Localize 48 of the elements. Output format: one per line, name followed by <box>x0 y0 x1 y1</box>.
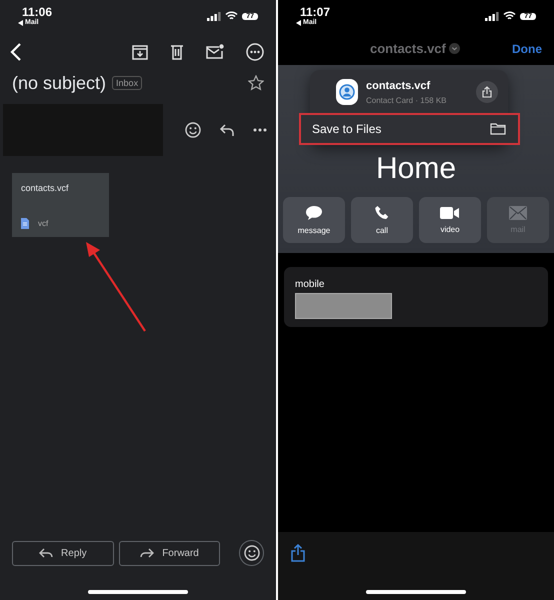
archive-icon[interactable] <box>132 44 148 60</box>
message-action-button[interactable]: message <box>283 197 345 243</box>
phone-label: mobile <box>295 279 326 290</box>
more-icon[interactable] <box>253 128 267 132</box>
share-button[interactable] <box>476 81 498 103</box>
smiley-icon <box>244 545 260 561</box>
folder-icon <box>490 123 506 135</box>
reply-button[interactable]: Reply <box>12 540 114 566</box>
file-details: Contact Card · 158 KB <box>366 96 448 104</box>
signal-icon <box>485 12 500 20</box>
video-action-button[interactable]: video <box>419 197 481 243</box>
speech-bubble-icon <box>305 205 323 221</box>
save-to-files-menu-item[interactable]: Save to Files <box>299 113 520 145</box>
contact-card-icon <box>336 79 358 105</box>
done-button[interactable]: Done <box>512 42 542 56</box>
forward-arrow-icon <box>140 548 154 558</box>
contact-name: Home <box>376 151 456 187</box>
mail-unread-icon[interactable] <box>206 44 224 60</box>
document-icon <box>21 218 29 229</box>
forward-button[interactable]: Forward <box>118 540 220 566</box>
reply-arrow-icon <box>39 548 54 558</box>
file-title[interactable]: contacts.vcf <box>370 41 446 56</box>
share-icon <box>482 86 492 98</box>
emoji-reaction-button[interactable] <box>239 540 264 566</box>
file-type: vcf <box>38 219 48 228</box>
email-subject: (no subject) <box>12 72 106 94</box>
chevron-down-icon[interactable] <box>448 43 460 54</box>
call-action-button[interactable]: call <box>351 197 413 243</box>
file-name: contacts.vcf <box>366 80 432 92</box>
signal-icon <box>207 12 222 20</box>
attachment-card[interactable]: contacts.vcf vcf <box>12 173 109 237</box>
wifi-icon <box>225 11 238 21</box>
reply-icon[interactable] <box>219 123 235 137</box>
wifi-icon <box>503 11 516 21</box>
more-options-icon[interactable] <box>246 43 264 61</box>
star-icon[interactable] <box>248 75 264 91</box>
trash-icon[interactable] <box>170 44 184 60</box>
status-time: 11:06 <box>21 5 52 19</box>
inbox-label: Inbox <box>112 76 142 90</box>
triangle-left-icon <box>296 20 301 26</box>
envelope-icon <box>509 206 527 220</box>
share-icon[interactable] <box>291 544 305 562</box>
emoji-icon[interactable] <box>185 122 201 138</box>
triangle-left-icon <box>18 20 23 26</box>
video-camera-icon <box>440 206 460 220</box>
status-time: 11:07 <box>299 5 330 19</box>
back-icon[interactable] <box>10 43 22 61</box>
phone-icon <box>374 205 390 221</box>
